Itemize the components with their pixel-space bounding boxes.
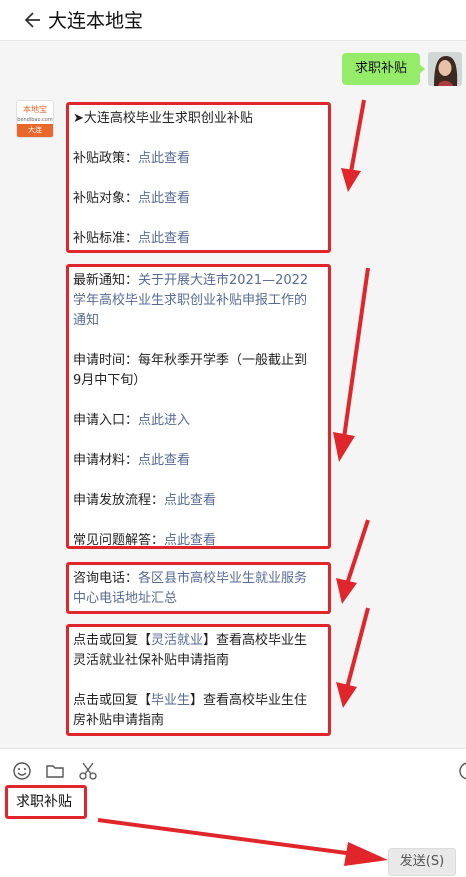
entry-link[interactable]: 点此进入 — [138, 413, 190, 428]
emoji-icon[interactable] — [12, 761, 32, 781]
bot-message-phone: 咨询电话：各区县市高校毕业生就业服务 中心电话地址汇总 — [66, 562, 331, 614]
faq-row: 常见问题解答：点此查看 — [73, 533, 217, 548]
phone-link-line2[interactable]: 中心电话地址汇总 — [73, 589, 325, 609]
annotation-arrow-4 — [336, 607, 370, 708]
annotation-arrow-3 — [336, 519, 370, 604]
scissors-icon[interactable] — [78, 761, 98, 781]
target-link[interactable]: 点此查看 — [138, 191, 190, 206]
bot-avatar-domain: bendibao.com — [17, 117, 53, 123]
user-avatar[interactable] — [428, 52, 462, 86]
target-row: 补贴对象：点此查看 — [73, 191, 191, 206]
apply-time-line1: 申请时间：每年秋季开学季（一般截止到 — [73, 353, 308, 368]
graduate-line2: 房补贴申请指南 — [73, 713, 165, 728]
standard-row: 补贴标准：点此查看 — [73, 231, 191, 246]
flex-job-keyword[interactable]: 灵活就业 — [151, 633, 203, 648]
back-arrow-icon[interactable] — [22, 10, 42, 30]
faq-link[interactable]: 点此查看 — [164, 533, 216, 548]
phone-row: 咨询电话：各区县市高校毕业生就业服务 — [73, 571, 308, 586]
send-button[interactable]: 发送(S) — [388, 848, 456, 876]
chat-title: 大连本地宝 — [48, 10, 144, 32]
bot-message-application: 最新通知：关于开展大连市2021—2022 学年高校毕业生求职创业补贴申报工作的… — [66, 264, 331, 549]
bot-message-keywords: 点击或回复【灵活就业】查看高校毕业生 灵活就业社保补贴申请指南 点击或回复【毕业… — [66, 624, 331, 736]
notice-link-line2[interactable]: 学年高校毕业生求职创业补贴申报工作的 — [73, 291, 325, 311]
notice-link-line3[interactable]: 通知 — [73, 311, 325, 331]
notice-link-line1[interactable]: 关于开展大连市2021—2022 — [138, 273, 308, 288]
policy-row: 补贴政策：点此查看 — [73, 151, 191, 166]
notice-row: 最新通知：关于开展大连市2021—2022 — [73, 273, 309, 288]
history-icon[interactable] — [458, 761, 466, 781]
bot-avatar-brand: 本地宝 — [23, 105, 47, 114]
standard-link[interactable]: 点此查看 — [138, 231, 190, 246]
process-link[interactable]: 点此查看 — [164, 493, 216, 508]
annotation-arrow-1 — [341, 99, 366, 192]
graduate-line1: 点击或回复【毕业生】查看高校毕业生住 — [73, 693, 308, 708]
graduate-keyword[interactable]: 毕业生 — [151, 693, 190, 708]
annotation-arrow-send — [97, 818, 388, 866]
materials-link[interactable]: 点此查看 — [138, 453, 190, 468]
bot-message-subsidy: ➤大连高校毕业生求职创业补贴 补贴政策：点此查看 补贴对象：点此查看 补贴标准：… — [66, 102, 331, 253]
materials-row: 申请材料：点此查看 — [73, 453, 191, 468]
bot-avatar[interactable]: 本地宝 bendibao.com 大连 — [16, 100, 54, 138]
message-title: ➤大连高校毕业生求职创业补贴 — [73, 111, 253, 126]
folder-icon[interactable] — [45, 761, 65, 781]
chat-header: 大连本地宝 — [0, 0, 466, 41]
flex-job-line1: 点击或回复【灵活就业】查看高校毕业生 — [73, 633, 308, 648]
phone-link-line1[interactable]: 各区县市高校毕业生就业服务 — [138, 571, 307, 586]
message-input[interactable]: 求职补贴 — [5, 785, 87, 819]
user-message-bubble: 求职补贴 — [342, 53, 425, 85]
bot-avatar-city: 大连 — [17, 124, 53, 137]
annotation-arrow-2 — [333, 267, 370, 462]
policy-link[interactable]: 点此查看 — [138, 151, 190, 166]
flex-job-line2: 灵活就业社保补贴申请指南 — [73, 653, 230, 668]
apply-time-line2: 9月中下旬） — [73, 373, 147, 388]
entry-row: 申请入口：点此进入 — [73, 413, 191, 428]
process-row: 申请发放流程：点此查看 — [73, 493, 217, 508]
